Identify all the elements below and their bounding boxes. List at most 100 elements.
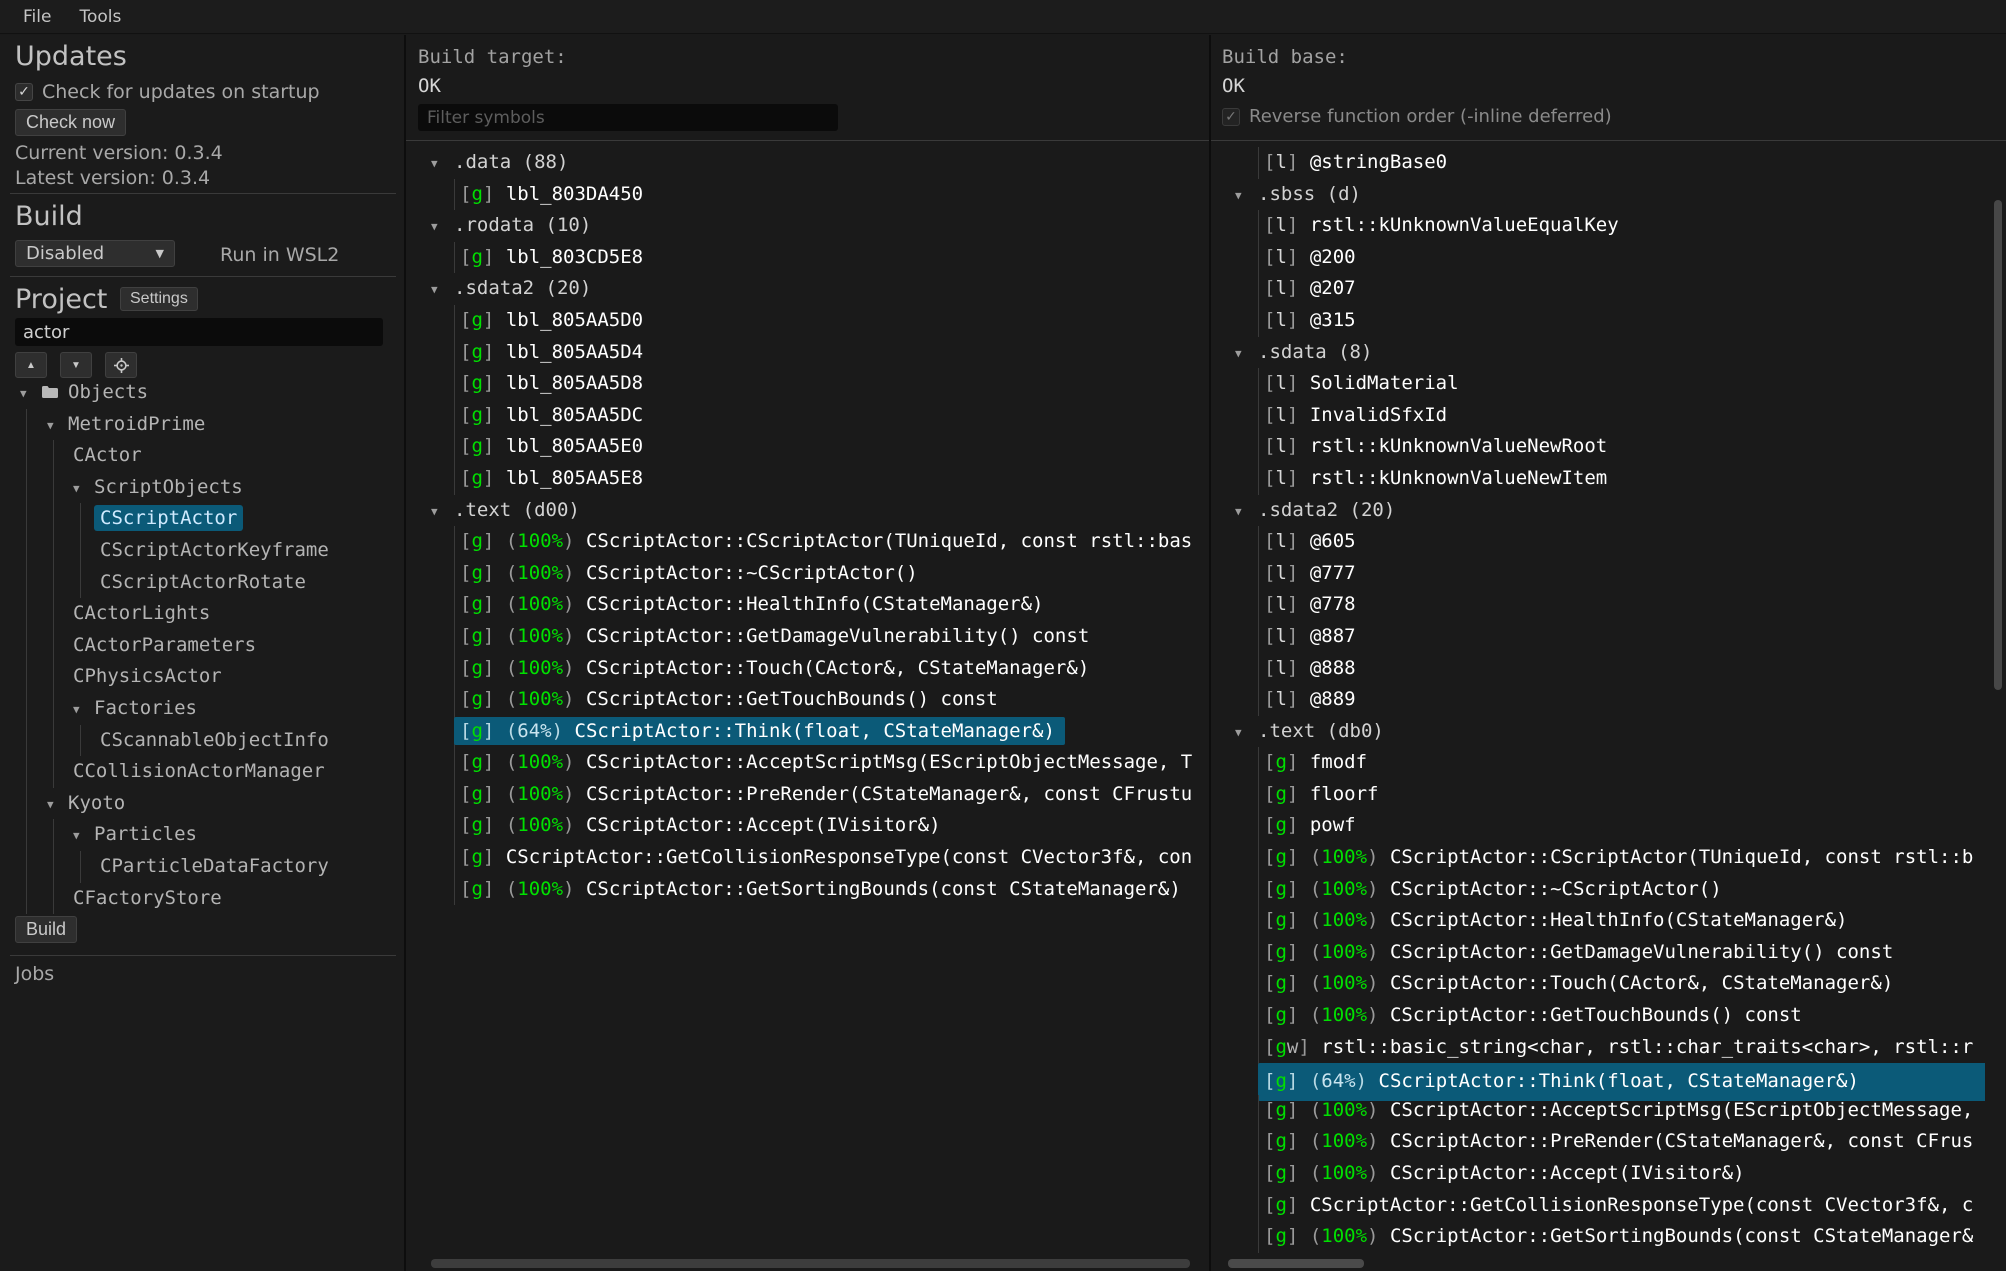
symbol-row[interactable]: [l] rstl::kUnknownValueEqualKey xyxy=(1222,210,1985,242)
check-updates-checkbox[interactable]: ✓ Check for updates on startup xyxy=(0,81,320,103)
symbol-row[interactable]: [g] lbl_805AA5E0 xyxy=(418,431,1202,463)
tree-item-CFactoryStore[interactable]: CFactoryStore xyxy=(0,883,406,915)
symbol-row[interactable]: [gw] rstl::basic_string<char, rstl::char… xyxy=(1222,1032,1985,1064)
section-row[interactable]: ▼.text (d00) xyxy=(418,495,1202,527)
symbol-row[interactable]: [g] (100%) CScriptActor::Touch(CActor&, … xyxy=(1222,968,1985,1000)
symbol-row[interactable]: [g] (100%) CScriptActor::~CScriptActor() xyxy=(418,558,1202,590)
symbol-row[interactable]: [l] @778 xyxy=(1222,589,1985,621)
menu-file[interactable]: File xyxy=(23,7,51,27)
indent-guide xyxy=(53,851,54,883)
locate-button[interactable] xyxy=(105,352,137,378)
symbol-row[interactable]: [g] CScriptActor::GetCollisionResponseTy… xyxy=(1222,1190,1985,1222)
symbol-row[interactable]: [l] @207 xyxy=(1222,273,1985,305)
separator xyxy=(10,955,396,956)
symbol-row[interactable]: [g] fmodf xyxy=(1222,747,1985,779)
symbol-row[interactable]: [l] @887 xyxy=(1222,621,1985,653)
symbol-row[interactable]: [g] (100%) CScriptActor::GetSortingBound… xyxy=(1222,1221,1985,1253)
target-horizontal-scrollbar[interactable] xyxy=(431,1259,1190,1268)
symbol-row[interactable]: [l] @889 xyxy=(1222,684,1985,716)
section-row[interactable]: ▼.sdata2 (20) xyxy=(1222,495,1985,527)
tree-item-CScriptActorRotate[interactable]: CScriptActorRotate xyxy=(0,567,406,599)
tree-item-CScannableObjectInfo[interactable]: CScannableObjectInfo xyxy=(0,725,406,757)
symbol-row[interactable]: [g] (100%) CScriptActor::HealthInfo(CSta… xyxy=(1222,905,1985,937)
symbol-row[interactable]: [l] SolidMaterial xyxy=(1222,368,1985,400)
symbol-row[interactable]: [g] (100%) CScriptActor::CScriptActor(TU… xyxy=(418,526,1202,558)
symbol-row[interactable]: [g] (100%) CScriptActor::~CScriptActor() xyxy=(1222,874,1985,906)
project-settings-button[interactable]: Settings xyxy=(120,287,198,311)
symbol-row[interactable]: [g] (100%) CScriptActor::AcceptScriptMsg… xyxy=(418,747,1202,779)
symbol-row[interactable]: [g] (100%) CScriptActor::Accept(IVisitor… xyxy=(418,810,1202,842)
vertical-scrollbar[interactable] xyxy=(1994,200,2002,690)
next-match-button[interactable]: ▼ xyxy=(60,352,92,378)
symbol-row[interactable]: [l] @stringBase0 xyxy=(1222,147,1985,179)
symbol-row[interactable]: [g] lbl_803CD5E8 xyxy=(418,242,1202,274)
symbol-row[interactable]: [g] (100%) CScriptActor::Accept(IVisitor… xyxy=(1222,1158,1985,1190)
symbol-row[interactable]: [l] @200 xyxy=(1222,242,1985,274)
symbol-row[interactable]: [g] (64%) CScriptActor::Think(float, CSt… xyxy=(418,716,1202,748)
symbol-row[interactable]: [g] (100%) CScriptActor::Touch(CActor&, … xyxy=(418,653,1202,685)
symbol-row[interactable]: [g] CScriptActor::GetCollisionResponseTy… xyxy=(418,842,1202,874)
section-row[interactable]: ▼.sbss (d) xyxy=(1222,179,1985,211)
tree-item-Kyoto[interactable]: ▼Kyoto xyxy=(0,788,406,820)
symbol-row[interactable]: [g] lbl_803DA450 xyxy=(418,179,1202,211)
tree-item-CActor[interactable]: CActor xyxy=(0,440,406,472)
symbol-row[interactable]: [g] (100%) CScriptActor::GetSortingBound… xyxy=(418,874,1202,906)
symbol-row[interactable]: [g] (100%) CScriptActor::GetDamageVulner… xyxy=(418,621,1202,653)
symbol-row[interactable]: [g] (100%) CScriptActor::HealthInfo(CSta… xyxy=(418,589,1202,621)
tree-item-Particles[interactable]: ▼Particles xyxy=(0,819,406,851)
symbol-row[interactable]: [l] InvalidSfxId xyxy=(1222,400,1985,432)
symbol-row[interactable]: [l] @605 xyxy=(1222,526,1985,558)
tree-item-CActorLights[interactable]: CActorLights xyxy=(0,598,406,630)
tree-item-Objects[interactable]: ▼Objects xyxy=(0,377,406,409)
symbol-row[interactable]: [l] @777 xyxy=(1222,558,1985,590)
symbol-row[interactable]: [g] (100%) CScriptActor::AcceptScriptMsg… xyxy=(1222,1095,1985,1127)
symbol-row[interactable]: [g] lbl_805AA5D0 xyxy=(418,305,1202,337)
base-horizontal-scrollbar[interactable] xyxy=(1228,1259,1364,1268)
tree-item-CScriptActor[interactable]: CScriptActor xyxy=(0,503,406,535)
tree-item-Factories[interactable]: ▼Factories xyxy=(0,693,406,725)
tree-expand-icon[interactable]: ▼ xyxy=(20,378,41,410)
tree-item-CScriptActorKeyframe[interactable]: CScriptActorKeyframe xyxy=(0,535,406,567)
tree-item-label: Particles xyxy=(88,821,203,847)
project-search-input[interactable] xyxy=(15,318,383,346)
sidebar: Updates ✓ Check for updates on startup C… xyxy=(0,35,406,1271)
symbol-row[interactable]: [l] @888 xyxy=(1222,653,1985,685)
check-now-button[interactable]: Check now xyxy=(15,109,126,136)
symbol-row[interactable]: [g] (100%) CScriptActor::GetTouchBounds(… xyxy=(1222,1000,1985,1032)
symbol-row[interactable]: [g] (64%) CScriptActor::Think(float, CSt… xyxy=(1222,1063,1985,1095)
tree-item-ScriptObjects[interactable]: ▼ScriptObjects xyxy=(0,472,406,504)
section-row[interactable]: ▼.sdata (8) xyxy=(1222,337,1985,369)
symbol-row[interactable]: [g] lbl_805AA5D4 xyxy=(418,337,1202,369)
symbol-row[interactable]: [l] @315 xyxy=(1222,305,1985,337)
reverse-order-checkbox[interactable]: ✓ Reverse function order (-inline deferr… xyxy=(1222,106,1612,127)
prev-match-button[interactable]: ▲ xyxy=(15,352,47,378)
tree-item-CPhysicsActor[interactable]: CPhysicsActor xyxy=(0,661,406,693)
menu-tools[interactable]: Tools xyxy=(79,7,121,27)
symbol-row[interactable]: [g] powf xyxy=(1222,810,1985,842)
symbol-row[interactable]: [g] (100%) CScriptActor::CScriptActor(TU… xyxy=(1222,842,1985,874)
tree-item-CParticleDataFactory[interactable]: CParticleDataFactory xyxy=(0,851,406,883)
build-mode-dropdown[interactable]: Disabled ▼ xyxy=(15,240,175,267)
symbol-row[interactable]: [l] rstl::kUnknownValueNewItem xyxy=(1222,463,1985,495)
tree-item-CActorParameters[interactable]: CActorParameters xyxy=(0,630,406,662)
symbol-row[interactable]: [g] lbl_805AA5DC xyxy=(418,400,1202,432)
build-button[interactable]: Build xyxy=(15,916,77,943)
section-row[interactable]: ▼.text (db0) xyxy=(1222,716,1985,748)
section-row[interactable]: ▼.sdata2 (20) xyxy=(418,273,1202,305)
symbol-row[interactable]: [l] rstl::kUnknownValueNewRoot xyxy=(1222,431,1985,463)
symbol-row[interactable]: [g] lbl_805AA5E8 xyxy=(418,463,1202,495)
section-row[interactable]: ▼.rodata (10) xyxy=(418,210,1202,242)
tree-item-MetroidPrime[interactable]: ▼MetroidPrime xyxy=(0,409,406,441)
symbol-row[interactable]: [g] (100%) CScriptActor::GetDamageVulner… xyxy=(1222,937,1985,969)
symbol-row[interactable]: [g] floorf xyxy=(1222,779,1985,811)
tree-item-CCollisionActorManager[interactable]: CCollisionActorManager xyxy=(0,756,406,788)
symbol-row[interactable]: [g] (100%) CScriptActor::PreRender(CStat… xyxy=(418,779,1202,811)
filter-symbols-input[interactable] xyxy=(418,104,838,131)
section-row[interactable]: ▼.data (88) xyxy=(418,147,1202,179)
symbol-row[interactable]: [g] (100%) CScriptActor::PreRender(CStat… xyxy=(1222,1126,1985,1158)
header-separator xyxy=(406,140,2006,141)
indent-guide xyxy=(80,535,81,567)
symbol-name: CScriptActor::Accept(IVisitor&) xyxy=(1390,1162,1745,1184)
symbol-row[interactable]: [g] (100%) CScriptActor::GetTouchBounds(… xyxy=(418,684,1202,716)
symbol-row[interactable]: [g] lbl_805AA5D8 xyxy=(418,368,1202,400)
